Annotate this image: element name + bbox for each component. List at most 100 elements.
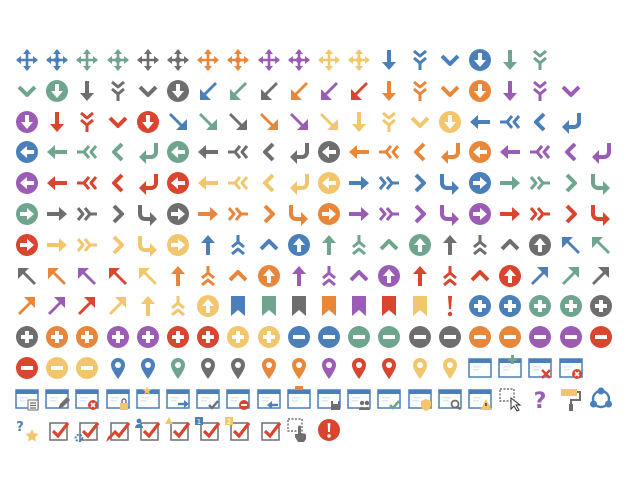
map-pin-icon [195, 355, 221, 381]
up-circle-icon [195, 293, 221, 319]
window-remove-icon [558, 355, 584, 381]
move-dot-icon [105, 47, 131, 73]
window-up-icon [286, 386, 312, 412]
down-arrow-icon [74, 78, 100, 104]
minus-circle-icon [74, 355, 100, 381]
minus-circle-icon [558, 324, 584, 350]
minus-circle-icon [316, 324, 342, 350]
bookmark-icon [376, 293, 402, 319]
left-chevrons-icon [225, 170, 251, 196]
move-icon [74, 47, 100, 73]
checkbox-warn-icon [165, 417, 191, 443]
select-touch-icon [286, 417, 312, 443]
checkbox-user-icon [135, 417, 161, 443]
window-accept-icon [376, 386, 402, 412]
map-pin-icon [225, 355, 251, 381]
downright-arrow-icon [286, 109, 312, 135]
right-arrow-icon [195, 201, 221, 227]
minus-circle-icon [346, 324, 372, 350]
left-circle-icon [165, 139, 191, 165]
window-secure-icon [407, 386, 433, 412]
right-arrow-icon [346, 201, 372, 227]
window-edit-icon [44, 386, 70, 412]
minus-circle-icon [286, 324, 312, 350]
right-chevrons-icon [225, 201, 251, 227]
plus-circle-icon [165, 324, 191, 350]
upleft-arrow-icon [558, 232, 584, 258]
down-chevron-icon [135, 78, 161, 104]
map-pin-icon [407, 355, 433, 381]
up-circle-icon [286, 232, 312, 258]
exclamation-icon [437, 293, 463, 319]
right-chevrons-icon [527, 170, 553, 196]
right-chevrons-icon [376, 201, 402, 227]
alert-circle-icon [316, 417, 342, 443]
down-arrow-icon [497, 47, 523, 73]
down-chevrons-icon [105, 78, 131, 104]
move-icon [256, 47, 282, 73]
left-arrow-icon [346, 139, 372, 165]
map-pin-icon [135, 355, 161, 381]
plus-circle-icon [467, 293, 493, 319]
left-chevrons-icon [376, 139, 402, 165]
right-chevrons-icon [74, 232, 100, 258]
move-dot-icon [286, 47, 312, 73]
plus-circle-icon [256, 324, 282, 350]
up-arrow-icon [135, 293, 161, 319]
right-chevron-icon [558, 170, 584, 196]
down-chevrons-icon [407, 78, 433, 104]
map-pin-icon [437, 355, 463, 381]
downright-arrow-icon [165, 109, 191, 135]
move-icon [316, 47, 342, 73]
minus-circle-icon [14, 355, 40, 381]
left-chevron-icon [558, 139, 584, 165]
plus-circle-icon [225, 324, 251, 350]
down-circle-icon [14, 109, 40, 135]
left-chevron-icon [105, 139, 131, 165]
left-chevron-icon [105, 170, 131, 196]
downleft-arrow-icon [286, 78, 312, 104]
bookmark-icon [346, 293, 372, 319]
upleft-arrow-icon [44, 263, 70, 289]
upleft-arrow-icon [105, 263, 131, 289]
map-pin-icon [256, 355, 282, 381]
move-dot-icon [44, 47, 70, 73]
up-chevron-icon [225, 263, 251, 289]
left-arrow-icon [44, 170, 70, 196]
down-circle-icon [467, 47, 493, 73]
minus-circle-icon [44, 355, 70, 381]
right-circle-icon [14, 232, 40, 258]
upright-arrow-icon [44, 293, 70, 319]
downright-arrow-icon [195, 109, 221, 135]
window-group-icon [346, 386, 372, 412]
checkbox-plain-icon [256, 417, 282, 443]
downleft-arrow-icon [316, 78, 342, 104]
plus-circle-icon [195, 324, 221, 350]
left-turn-icon [286, 170, 312, 196]
up-arrow-icon [195, 232, 221, 258]
right-circle-icon [165, 201, 191, 227]
left-turn-icon [437, 139, 463, 165]
up-chevrons-icon [346, 232, 372, 258]
right-circle-icon [467, 201, 493, 227]
left-chevrons-icon [527, 139, 553, 165]
upright-arrow-icon [558, 263, 584, 289]
plus-circle-icon [135, 324, 161, 350]
map-pin-icon [286, 355, 312, 381]
upright-arrow-icon [14, 293, 40, 319]
right-turn-icon [588, 201, 614, 227]
minus-circle-icon [588, 324, 614, 350]
up-circle-icon [407, 232, 433, 258]
left-arrow-icon [195, 170, 221, 196]
up-circle-icon [527, 232, 553, 258]
left-arrow-icon [195, 139, 221, 165]
share-circle-icon [588, 386, 614, 412]
down-arrow-icon [376, 78, 402, 104]
window-star-icon [135, 386, 161, 412]
minus-circle-icon [407, 324, 433, 350]
down-circle-icon [467, 78, 493, 104]
downright-arrow-icon [225, 109, 251, 135]
move-dot-icon [346, 47, 372, 73]
downleft-arrow-icon [225, 78, 251, 104]
left-chevron-icon [527, 109, 553, 135]
